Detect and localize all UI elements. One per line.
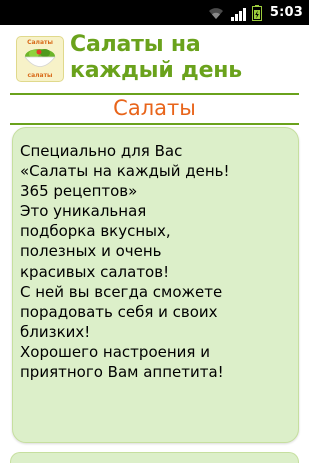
description-card: Специально для Вас «Салаты на каждый ден… xyxy=(12,127,299,443)
next-card-edge[interactable] xyxy=(10,452,299,463)
status-clock: 5:03 xyxy=(269,5,303,20)
wifi-icon xyxy=(208,6,224,20)
app-header: Салаты салаты Салаты на каждый день xyxy=(0,25,309,93)
battery-charging-icon xyxy=(251,4,262,21)
section-title: Салаты xyxy=(113,96,196,120)
status-bar: 5:03 xyxy=(0,0,309,25)
app-logo[interactable]: Салаты салаты xyxy=(16,36,64,82)
signal-icon xyxy=(230,6,246,21)
app-title: Салаты на каждый день xyxy=(70,32,243,83)
salad-bowl-icon xyxy=(24,49,56,67)
description-text: Специально для Вас «Салаты на каждый ден… xyxy=(20,142,230,382)
logo-label-top: Салаты xyxy=(27,39,53,46)
logo-label-bottom: салаты xyxy=(27,72,53,79)
section-divider xyxy=(10,123,299,125)
